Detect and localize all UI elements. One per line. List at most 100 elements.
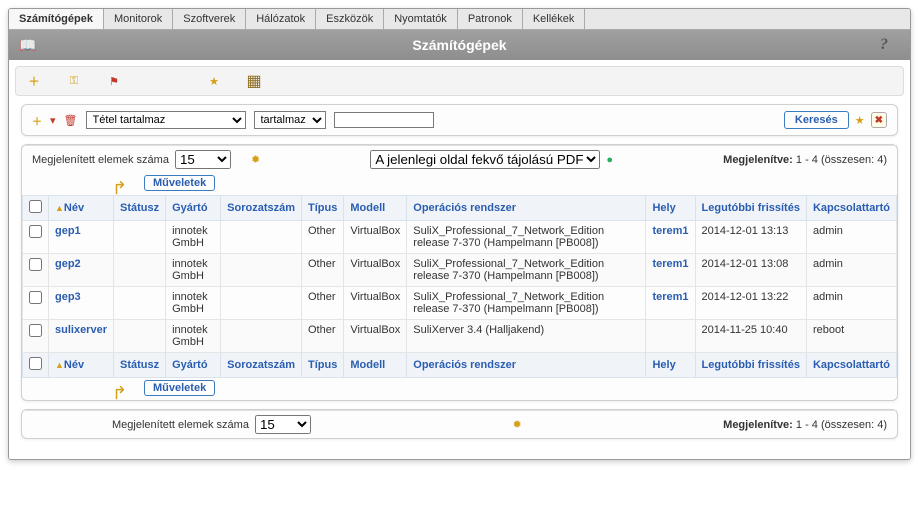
column-header[interactable]: Hely — [646, 196, 695, 221]
bookmark-clear-button[interactable] — [871, 112, 887, 128]
book-icon[interactable] — [19, 37, 39, 54]
tab-számítógépek[interactable]: Számítógépek — [9, 9, 104, 29]
export-select[interactable]: A jelenlegi oldal fekvő tájolású PDF-ben — [370, 150, 600, 169]
cell-location[interactable] — [646, 320, 695, 353]
cell-updated: 2014-11-25 10:40 — [695, 320, 806, 353]
column-header[interactable]: Legutóbbi frissítés — [695, 353, 806, 378]
pager-status-label: Megjelenítve: — [723, 154, 793, 166]
key-icon[interactable] — [64, 71, 84, 91]
pager-bottom-panel: Megjelenített elemek száma 15 Megjelenít… — [21, 409, 898, 439]
table-row: gep1innotek GmbHOtherVirtualBoxSuliX_Pro… — [23, 221, 897, 254]
column-header[interactable] — [23, 353, 49, 378]
page-size-select[interactable]: 15 — [175, 150, 231, 169]
column-header[interactable]: Modell — [344, 196, 407, 221]
content-area: ▾ Tétel tartalmaz tartalmaz Keresés — [9, 104, 910, 459]
settings-icon[interactable] — [251, 153, 260, 166]
cell-status — [113, 320, 165, 353]
column-header[interactable]: Kapcsolattartó — [806, 196, 896, 221]
app-window: SzámítógépekMonitorokSzoftverekHálózatok… — [8, 8, 911, 460]
cell-contact: admin — [806, 221, 896, 254]
cell-os: SuliXerver 3.4 (Halljakend) — [407, 320, 646, 353]
cell-name[interactable]: gep3 — [49, 287, 114, 320]
select-all-checkbox[interactable] — [29, 200, 42, 213]
page-size-select-bottom[interactable]: 15 — [255, 415, 311, 434]
cell-updated: 2014-12-01 13:22 — [695, 287, 806, 320]
search-field-select[interactable]: Tétel tartalmaz — [86, 111, 246, 129]
cell-name[interactable]: gep1 — [49, 221, 114, 254]
column-header[interactable]: Gyártó — [166, 353, 221, 378]
column-header[interactable]: Sorozatszám — [221, 196, 302, 221]
cell-model: VirtualBox — [344, 320, 407, 353]
column-header[interactable]: Típus — [302, 196, 344, 221]
cell-manufacturer: innotek GmbH — [166, 287, 221, 320]
settings-icon[interactable] — [512, 418, 521, 431]
select-all-checkbox[interactable] — [29, 357, 42, 370]
star-icon[interactable] — [204, 71, 224, 91]
cell-status — [113, 221, 165, 254]
cell-name[interactable]: gep2 — [49, 254, 114, 287]
help-icon[interactable] — [880, 36, 900, 54]
search-op-select[interactable]: tartalmaz — [254, 111, 326, 129]
search-delete-icon[interactable] — [64, 114, 78, 127]
search-group-icon[interactable]: ▾ — [50, 114, 56, 127]
column-header[interactable]: Hely — [646, 353, 695, 378]
cell-location[interactable]: terem1 — [646, 221, 695, 254]
search-button[interactable]: Keresés — [784, 111, 849, 129]
add-icon[interactable] — [24, 71, 44, 91]
column-header[interactable]: Operációs rendszer — [407, 353, 646, 378]
actions-button-bottom[interactable]: Műveletek — [144, 380, 215, 396]
sort-asc-icon — [55, 202, 64, 214]
cell-name[interactable]: sulixerver — [49, 320, 114, 353]
column-header[interactable]: Státusz — [113, 353, 165, 378]
cell-type: Other — [302, 320, 344, 353]
tab-monitorok[interactable]: Monitorok — [104, 9, 173, 29]
main-toolbar — [15, 66, 904, 96]
row-checkbox[interactable] — [29, 324, 42, 337]
cell-serial — [221, 287, 302, 320]
tab-patronok[interactable]: Patronok — [458, 9, 523, 29]
page-size-label: Megjelenített elemek száma — [112, 419, 249, 431]
cell-location[interactable]: terem1 — [646, 254, 695, 287]
column-header[interactable]: Operációs rendszer — [407, 196, 646, 221]
bookmark-star-icon[interactable] — [855, 114, 865, 127]
cell-serial — [221, 221, 302, 254]
search-value-input[interactable] — [334, 112, 434, 128]
tab-eszközök[interactable]: Eszközök — [316, 9, 384, 29]
actions-row-top: Műveletek — [22, 173, 897, 195]
actions-button-top[interactable]: Műveletek — [144, 175, 215, 191]
column-header[interactable]: Név — [49, 353, 114, 378]
tab-kellékek[interactable]: Kellékek — [523, 9, 586, 29]
flag-icon[interactable] — [104, 71, 124, 91]
column-header[interactable]: Modell — [344, 353, 407, 378]
arrow-icon — [112, 381, 140, 395]
column-header[interactable] — [23, 196, 49, 221]
search-add-icon[interactable] — [32, 113, 42, 128]
column-header[interactable]: Legutóbbi frissítés — [695, 196, 806, 221]
cell-os: SuliX_Professional_7_Network_Edition rel… — [407, 287, 646, 320]
column-header[interactable]: Kapcsolattartó — [806, 353, 896, 378]
page-title: Számítógépek — [412, 37, 506, 53]
column-header[interactable]: Név — [49, 196, 114, 221]
column-header[interactable]: Státusz — [113, 196, 165, 221]
tab-szoftverek[interactable]: Szoftverek — [173, 9, 246, 29]
column-header[interactable]: Gyártó — [166, 196, 221, 221]
row-checkbox[interactable] — [29, 258, 42, 271]
arrow-icon — [112, 176, 140, 190]
cell-model: VirtualBox — [344, 254, 407, 287]
grid-icon[interactable] — [244, 71, 264, 91]
tab-hálózatok[interactable]: Hálózatok — [246, 9, 316, 29]
row-checkbox[interactable] — [29, 225, 42, 238]
cell-location[interactable]: terem1 — [646, 287, 695, 320]
cell-manufacturer: innotek GmbH — [166, 221, 221, 254]
tab-nyomtatók[interactable]: Nyomtatók — [384, 9, 458, 29]
search-panel: ▾ Tétel tartalmaz tartalmaz Keresés — [21, 104, 898, 136]
cell-serial — [221, 320, 302, 353]
export-go-icon[interactable] — [606, 154, 613, 166]
results-table: NévStátuszGyártóSorozatszámTípusModellOp… — [22, 195, 897, 378]
row-checkbox[interactable] — [29, 291, 42, 304]
table-row: sulixerverinnotek GmbHOtherVirtualBoxSul… — [23, 320, 897, 353]
pager-bottom: Megjelenített elemek száma 15 Megjelenít… — [22, 410, 897, 438]
column-header[interactable]: Sorozatszám — [221, 353, 302, 378]
cell-model: VirtualBox — [344, 287, 407, 320]
column-header[interactable]: Típus — [302, 353, 344, 378]
